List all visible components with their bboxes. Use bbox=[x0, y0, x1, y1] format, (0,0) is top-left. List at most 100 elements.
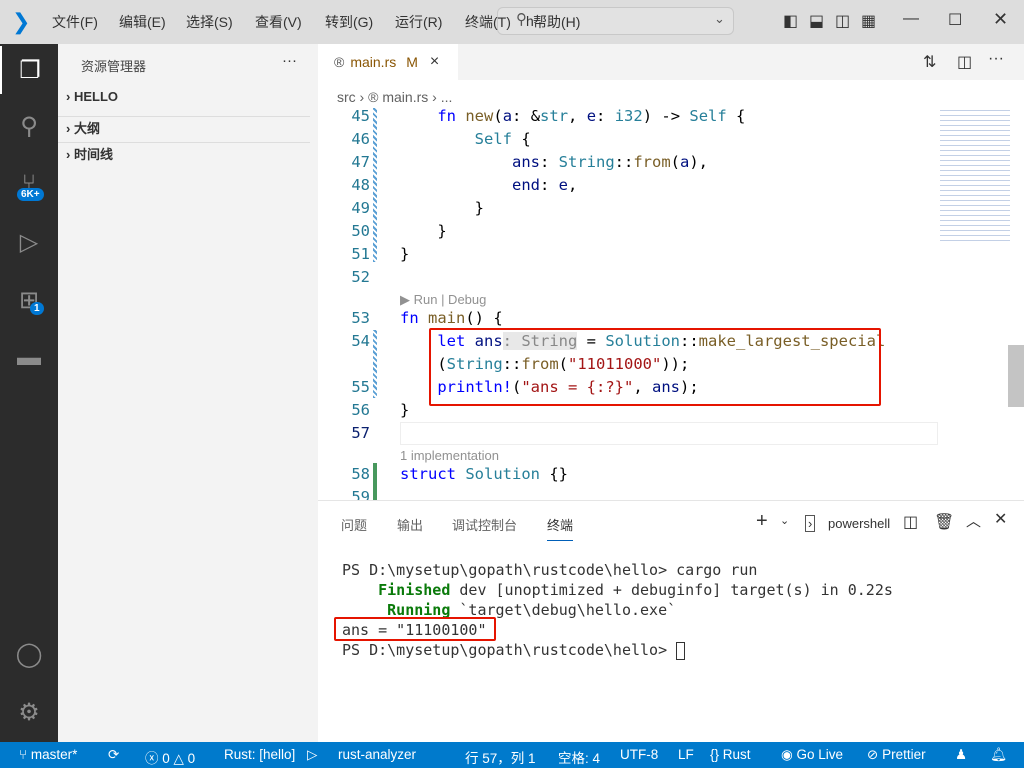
search-icon[interactable]: ⚲ bbox=[0, 102, 58, 150]
sidebar-title: 资源管理器 bbox=[81, 59, 147, 74]
section-outline[interactable]: › 大纲 bbox=[58, 116, 310, 137]
minimize-icon[interactable]: — bbox=[903, 10, 919, 28]
menu-help[interactable]: 帮助(H) bbox=[533, 12, 580, 32]
line-number: 52 bbox=[351, 268, 370, 286]
code-line: } bbox=[400, 401, 410, 419]
split-editor-icon[interactable]: ◫ bbox=[957, 52, 972, 72]
problems-status[interactable]: ⓧ 0 △ 0 bbox=[145, 747, 195, 767]
minimap[interactable] bbox=[940, 108, 1010, 243]
editor-tabs: ® main.rs M × ⇅ ◫ ··· bbox=[318, 44, 1024, 80]
code-line: Self { bbox=[474, 130, 531, 148]
activity-bar: ❐ ⚲ ⑂ 6K+ ▷ ⊞ 1 ▬ ◯ ⚙ bbox=[0, 44, 58, 742]
cursor-position[interactable]: 行 57，列 1 bbox=[465, 747, 536, 767]
maximize-panel-icon[interactable]: ︿ bbox=[966, 510, 981, 531]
split-terminal-icon[interactable]: ◫ bbox=[903, 512, 918, 532]
scm-badge: 6K+ bbox=[17, 188, 44, 201]
breadcrumb-src[interactable]: src bbox=[337, 89, 356, 105]
chevron-down-icon[interactable]: ⌄ bbox=[714, 11, 725, 27]
tab-label: main.rs bbox=[350, 54, 397, 70]
settings-gear-icon[interactable]: ⚙ bbox=[0, 688, 58, 736]
menu-view[interactable]: 查看(V) bbox=[255, 12, 302, 32]
line-number: 54 bbox=[351, 332, 370, 350]
toggle-panel-icon[interactable]: ⬓ bbox=[809, 11, 824, 31]
run-debug-icon[interactable]: ▷ bbox=[0, 218, 58, 266]
docker-icon[interactable]: ▬ bbox=[0, 334, 58, 382]
breadcrumb: src › ® main.rs › ... bbox=[337, 89, 453, 105]
terminal-line: PS D:\mysetup\gopath\rustcode\hello> car… bbox=[342, 561, 758, 579]
menu-edit[interactable]: 编辑(E) bbox=[119, 12, 166, 32]
close-panel-icon[interactable]: ✕ bbox=[994, 509, 1007, 529]
tab-output[interactable]: 输出 bbox=[397, 515, 423, 534]
tab-main-rs[interactable]: ® main.rs M × bbox=[318, 44, 458, 80]
code-line: } bbox=[400, 199, 484, 217]
kill-terminal-icon[interactable]: 🗑 bbox=[934, 512, 954, 532]
indentation-status[interactable]: 空格: 4 bbox=[558, 747, 600, 767]
modified-badge: M bbox=[406, 54, 418, 70]
more-actions-icon[interactable]: ··· bbox=[988, 50, 1004, 68]
explorer-sidebar: 资源管理器 ··· › HELLO › 大纲 › 时间线 bbox=[58, 44, 318, 742]
breadcrumb-file[interactable]: main.rs bbox=[382, 89, 428, 105]
rust-analyzer-status[interactable]: rust-analyzer bbox=[338, 747, 416, 762]
tab-debug-console[interactable]: 调试控制台 bbox=[452, 515, 517, 534]
close-tab-button[interactable]: × bbox=[430, 53, 439, 71]
extensions-icon[interactable]: ⊞ 1 bbox=[0, 276, 58, 324]
run-icon[interactable]: ▷ bbox=[307, 747, 317, 763]
menu-selection[interactable]: 选择(S) bbox=[186, 12, 233, 32]
menu-terminal[interactable]: 终端(T) bbox=[465, 12, 511, 32]
section-hello[interactable]: › HELLO bbox=[66, 89, 118, 104]
new-terminal-icon[interactable]: + bbox=[756, 510, 768, 533]
go-live-button[interactable]: ◉ Go Live bbox=[781, 747, 843, 763]
line-number: 49 bbox=[351, 199, 370, 217]
close-window-icon[interactable]: ✕ bbox=[993, 9, 1008, 30]
maximize-icon[interactable]: ☐ bbox=[948, 10, 962, 30]
source-control-icon[interactable]: ⑂ 6K+ bbox=[0, 160, 58, 208]
menu-file[interactable]: 文件(F) bbox=[52, 12, 98, 32]
rust-workspace-status[interactable]: Rust: [hello] bbox=[224, 747, 295, 762]
chevron-down-icon[interactable]: ⌄ bbox=[780, 514, 789, 527]
eol-status[interactable]: LF bbox=[678, 747, 694, 762]
terminal-icon: › bbox=[805, 515, 816, 532]
toggle-secondary-sidebar-icon[interactable]: ◫ bbox=[835, 11, 850, 31]
code-line: fn new(a: &str, e: i32) -> Self { bbox=[437, 107, 746, 125]
code-line: fn main() { bbox=[400, 309, 503, 327]
notifications-bell-icon[interactable]: 🔔︎ bbox=[990, 747, 1007, 763]
implementation-codelens[interactable]: 1 implementation bbox=[400, 448, 499, 463]
terminal-line: Finished dev [unoptimized + debuginfo] t… bbox=[342, 581, 893, 599]
scrollbar-thumb[interactable] bbox=[1008, 345, 1024, 407]
section-timeline[interactable]: › 时间线 bbox=[58, 142, 310, 163]
tab-problems[interactable]: 问题 bbox=[341, 515, 367, 534]
shell-name[interactable]: powershell bbox=[828, 516, 890, 531]
prettier-status[interactable]: ⊘ Prettier bbox=[867, 747, 926, 763]
toggle-sidebar-icon[interactable]: ◧ bbox=[783, 11, 798, 31]
highlight-box bbox=[334, 617, 496, 641]
extensions-badge: 1 bbox=[30, 302, 44, 315]
more-actions-button[interactable]: ··· bbox=[282, 52, 297, 69]
line-number: 51 bbox=[351, 245, 370, 263]
section-label: 时间线 bbox=[73, 147, 113, 162]
customize-layout-icon[interactable]: ▦ bbox=[861, 11, 876, 31]
menu-run[interactable]: 运行(R) bbox=[395, 12, 442, 32]
git-gutter-modified bbox=[373, 108, 377, 262]
run-debug-codelens[interactable]: ▶ Run | Debug bbox=[400, 292, 486, 308]
account-icon[interactable]: ◯ bbox=[0, 630, 58, 678]
breadcrumb-symbol[interactable]: ... bbox=[441, 89, 453, 105]
line-number: 45 bbox=[351, 107, 370, 125]
sync-icon[interactable]: ⟳ bbox=[108, 747, 119, 763]
line-number: 53 bbox=[351, 309, 370, 327]
menu-go[interactable]: 转到(G) bbox=[325, 12, 373, 32]
tab-terminal[interactable]: 终端 bbox=[547, 515, 574, 541]
open-changes-icon[interactable]: ⇅ bbox=[923, 52, 936, 72]
explorer-icon[interactable]: ❐ bbox=[0, 46, 58, 94]
code-line: struct Solution {} bbox=[400, 465, 568, 483]
branch-status[interactable]: ⑂ master* bbox=[19, 747, 77, 762]
line-number: 55 bbox=[351, 378, 370, 396]
git-gutter-added bbox=[373, 463, 377, 500]
language-status[interactable]: {} Rust bbox=[710, 747, 751, 762]
encoding-status[interactable]: UTF-8 bbox=[620, 747, 658, 762]
line-number: 50 bbox=[351, 222, 370, 240]
feedback-icon[interactable]: ♟ bbox=[955, 747, 967, 763]
section-label: HELLO bbox=[73, 89, 119, 104]
code-line: ans: String::from(a), bbox=[511, 153, 709, 171]
line-number: 47 bbox=[351, 153, 370, 171]
code-line: end: e, bbox=[511, 176, 578, 194]
